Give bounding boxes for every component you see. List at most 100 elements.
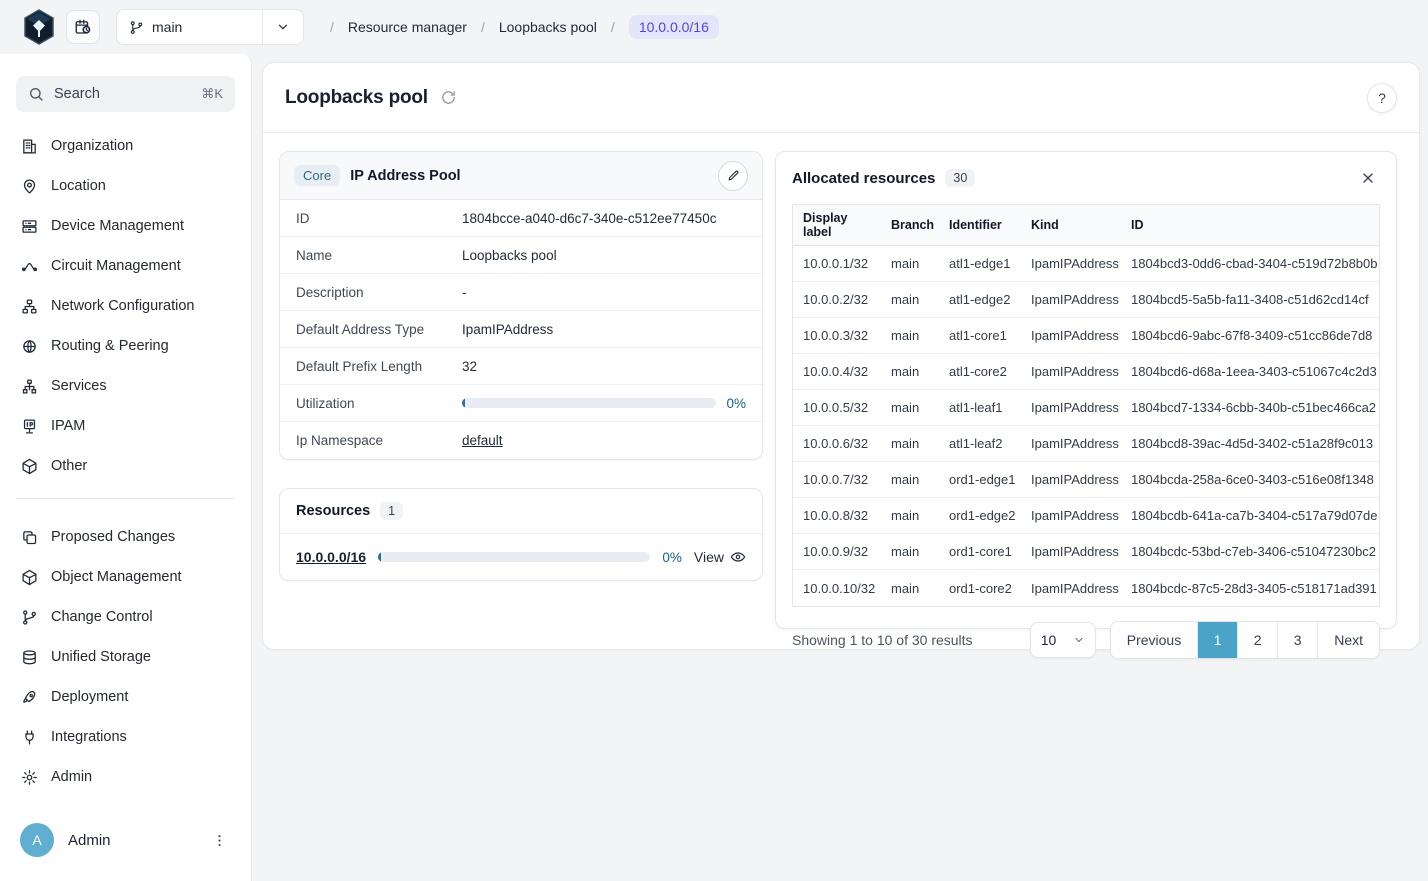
user-options-button[interactable] — [208, 829, 231, 852]
user-name: Admin — [68, 832, 111, 849]
table-header-row: Display label Branch Identifier Kind ID — [793, 205, 1379, 246]
sidebar-item-label: Network Configuration — [51, 298, 194, 314]
view-button[interactable]: View — [694, 549, 746, 565]
breadcrumb-loopbacks-pool[interactable]: Loopbacks pool — [499, 19, 597, 35]
map-pin-icon — [20, 178, 38, 195]
pagination: Showing 1 to 10 of 30 results 10 Previou… — [792, 621, 1380, 659]
sidebar-item-deployment[interactable]: Deployment — [0, 677, 251, 717]
sidebar-item-label: Services — [51, 378, 107, 394]
hierarchy-icon — [20, 298, 38, 315]
eye-icon — [730, 549, 746, 565]
table-row[interactable]: 10.0.0.1/32 main atl1-edge1 IpamIPAddres… — [793, 246, 1379, 282]
breadcrumb-separator: / — [611, 19, 615, 35]
sidebar-secondary-nav: Proposed Changes Object Management Chang… — [0, 517, 251, 797]
previous-page-button[interactable]: Previous — [1111, 622, 1197, 658]
edit-button[interactable] — [718, 161, 748, 191]
sidebar-item-object-management[interactable]: Object Management — [0, 557, 251, 597]
resources-count-badge: 1 — [380, 502, 403, 520]
pagination-summary: Showing 1 to 10 of 30 results — [792, 632, 973, 648]
breadcrumb-separator: / — [481, 19, 485, 35]
time-travel-button[interactable] — [66, 10, 100, 44]
pencil-icon — [727, 169, 740, 182]
table-row[interactable]: 10.0.0.10/32 main ord1-core2 IpamIPAddre… — [793, 570, 1379, 606]
cube-icon — [20, 569, 38, 586]
avatar[interactable]: A — [20, 823, 54, 857]
branch-selector[interactable]: main — [116, 9, 304, 45]
sidebar-item-location[interactable]: Location — [0, 166, 251, 206]
table-row[interactable]: 10.0.0.3/32 main atl1-core1 IpamIPAddres… — [793, 318, 1379, 354]
sidebar-item-organization[interactable]: Organization — [0, 126, 251, 166]
sidebar-item-other[interactable]: Other — [0, 446, 251, 486]
sidebar-item-proposed-changes[interactable]: Proposed Changes — [0, 517, 251, 557]
database-icon — [20, 649, 38, 666]
table-row[interactable]: 10.0.0.9/32 main ord1-core1 IpamIPAddres… — [793, 534, 1379, 570]
globe-icon — [20, 338, 38, 355]
detail-row-default-prefix-length: Default Prefix Length 32 — [280, 348, 762, 385]
close-button[interactable] — [1356, 166, 1380, 190]
refresh-button[interactable] — [440, 89, 457, 106]
page-button-3[interactable]: 3 — [1277, 622, 1317, 658]
next-page-button[interactable]: Next — [1317, 622, 1379, 658]
kebab-menu-icon — [212, 833, 227, 848]
detail-card-header: Core IP Address Pool — [280, 152, 762, 200]
sidebar-item-services[interactable]: Services — [0, 366, 251, 406]
breadcrumb-separator: / — [330, 19, 334, 35]
gear-icon — [20, 769, 38, 786]
sidebar-item-network-configuration[interactable]: Network Configuration — [0, 286, 251, 326]
panel-header: Loopbacks pool ? — [263, 63, 1419, 133]
sidebar-item-device-management[interactable]: Device Management — [0, 206, 251, 246]
sidebar-item-routing-peering[interactable]: Routing & Peering — [0, 326, 251, 366]
ip-namespace-link[interactable]: default — [462, 433, 503, 448]
sidebar-item-unified-storage[interactable]: Unified Storage — [0, 637, 251, 677]
server-icon — [20, 218, 38, 235]
pagination-buttons: Previous 1 2 3 Next — [1110, 621, 1380, 659]
sidebar-item-ipam[interactable]: IPAM — [0, 406, 251, 446]
sidebar-item-label: Other — [51, 458, 87, 474]
table-row[interactable]: 10.0.0.4/32 main atl1-core2 IpamIPAddres… — [793, 354, 1379, 390]
page-button-1[interactable]: 1 — [1197, 622, 1237, 658]
detail-row-utilization: Utilization 0% — [280, 385, 762, 422]
sidebar: Search ⌘K Organization Location Device M… — [0, 54, 252, 881]
rocket-icon — [20, 689, 38, 706]
refresh-icon — [440, 89, 457, 106]
breadcrumb-resource-manager[interactable]: Resource manager — [348, 19, 467, 35]
detail-row-ip-namespace: Ip Namespace default — [280, 422, 762, 459]
sidebar-item-label: Object Management — [51, 569, 182, 585]
branch-dropdown-toggle[interactable] — [263, 20, 303, 34]
route-icon — [20, 258, 38, 275]
page-button-2[interactable]: 2 — [1237, 622, 1277, 658]
search-icon — [28, 86, 44, 102]
table-row[interactable]: 10.0.0.7/32 main ord1-edge1 IpamIPAddres… — [793, 462, 1379, 498]
breadcrumb: / Resource manager / Loopbacks pool / 10… — [330, 15, 719, 39]
infrahub-logo[interactable] — [22, 8, 56, 46]
sidebar-item-label: Proposed Changes — [51, 529, 175, 545]
sidebar-item-circuit-management[interactable]: Circuit Management — [0, 246, 251, 286]
table-row[interactable]: 10.0.0.8/32 main ord1-edge2 IpamIPAddres… — [793, 498, 1379, 534]
infrahub-logo-icon — [23, 9, 55, 45]
page-size-select[interactable]: 10 — [1030, 622, 1096, 658]
table-row[interactable]: 10.0.0.5/32 main atl1-leaf1 IpamIPAddres… — [793, 390, 1379, 426]
breadcrumb-current-prefix[interactable]: 10.0.0.0/16 — [629, 15, 719, 39]
allocated-header: Allocated resources 30 — [792, 166, 1380, 190]
resource-progress-bar — [378, 552, 650, 562]
sidebar-item-label: Change Control — [51, 609, 153, 625]
resource-prefix-link[interactable]: 10.0.0.0/16 — [296, 549, 366, 565]
plug-icon — [20, 729, 38, 746]
sidebar-item-admin[interactable]: Admin — [0, 757, 251, 797]
close-icon — [1360, 170, 1376, 186]
utilization-percent: 0% — [726, 396, 746, 411]
table-row[interactable]: 10.0.0.6/32 main atl1-leaf2 IpamIPAddres… — [793, 426, 1379, 462]
sidebar-item-change-control[interactable]: Change Control — [0, 597, 251, 637]
table-row[interactable]: 10.0.0.2/32 main atl1-edge2 IpamIPAddres… — [793, 282, 1379, 318]
topbar: main / Resource manager / Loopbacks pool… — [0, 0, 1428, 54]
calendar-clock-icon — [74, 18, 92, 36]
sidebar-item-label: Deployment — [51, 689, 128, 705]
help-button[interactable]: ? — [1367, 83, 1397, 113]
search-input[interactable]: Search ⌘K — [16, 76, 235, 112]
sidebar-item-label: Location — [51, 178, 106, 194]
sidebar-item-integrations[interactable]: Integrations — [0, 717, 251, 757]
resources-title: Resources — [296, 503, 370, 519]
sidebar-item-label: Organization — [51, 138, 133, 154]
sidebar-item-label: IPAM — [51, 418, 85, 434]
chevron-down-icon — [276, 20, 290, 34]
